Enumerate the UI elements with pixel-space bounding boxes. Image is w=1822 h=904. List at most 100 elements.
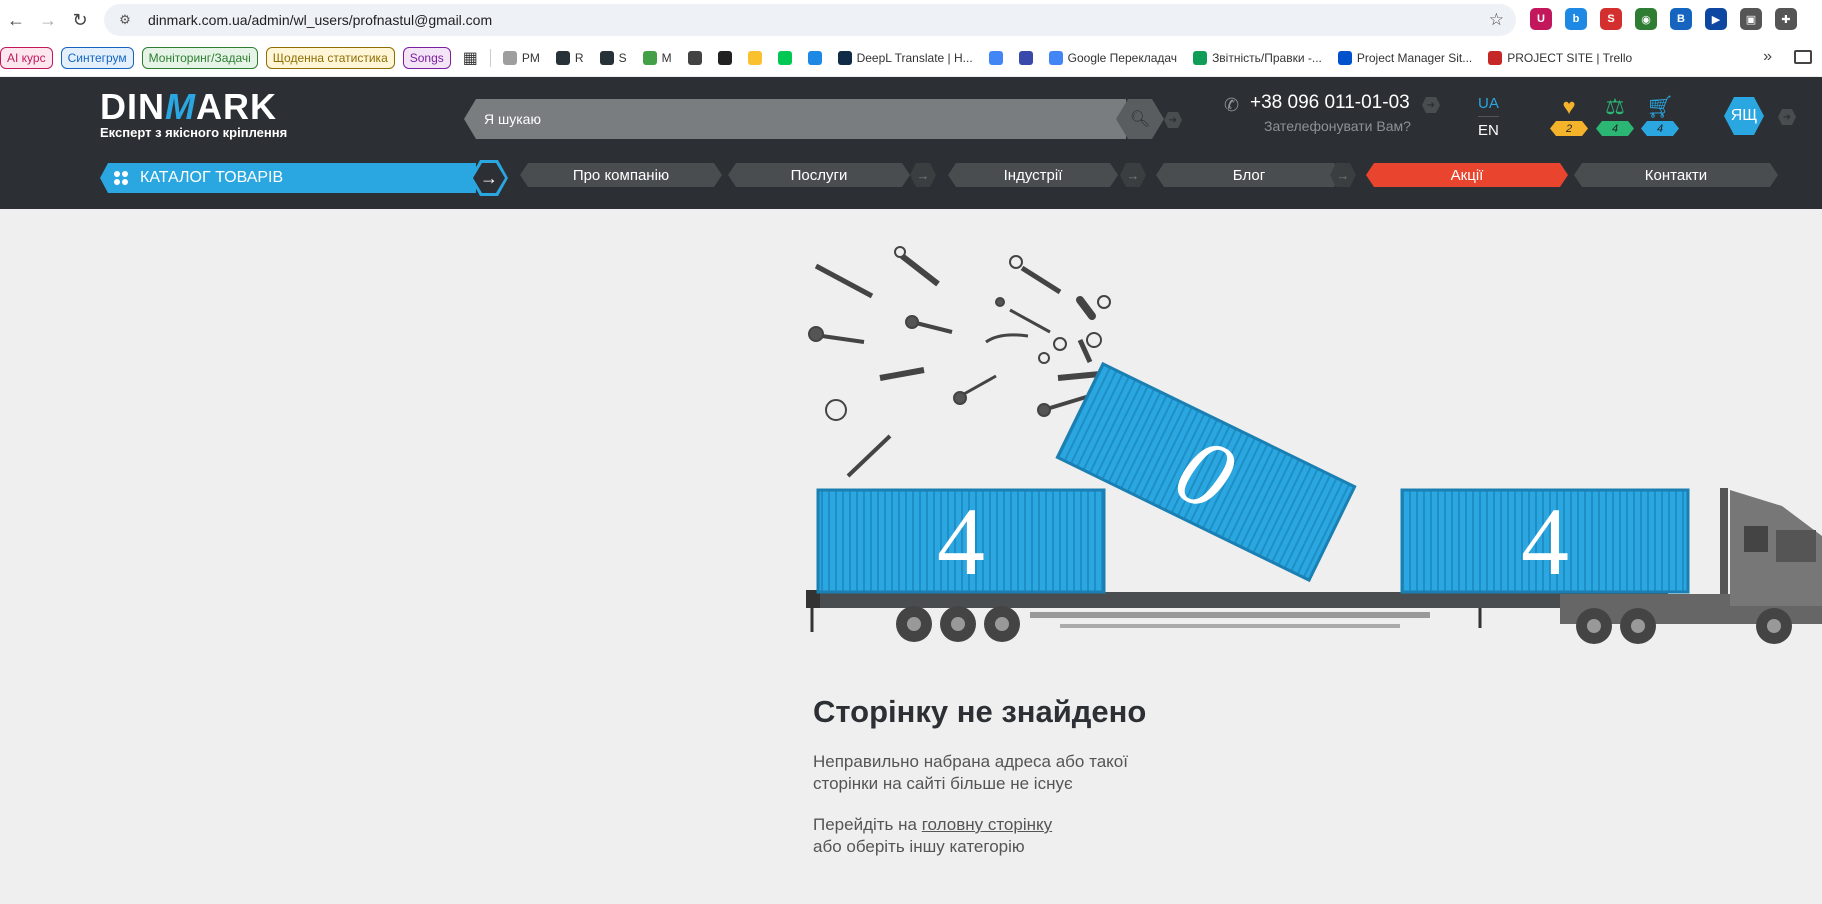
nav-industries-expand-icon[interactable]: → [1120,163,1146,187]
bookmark-chip[interactable]: Синтегрум [60,47,134,69]
bookmark-star-icon[interactable]: ☆ [1489,10,1504,30]
account-arrow-icon[interactable]: ➜ [1778,109,1796,125]
cart-icon: 🛒︎ [1646,94,1674,119]
bookmark-favicon-icon [837,51,852,65]
bookmark-favicon-icon [988,51,1003,65]
scales-icon: ⚖ [1605,94,1625,119]
logo[interactable]: DINMARK Експерт з якісного кріплення [100,89,288,141]
user-avatar[interactable]: ЯЩ [1724,97,1764,135]
bookmark-chip[interactable]: Моніторинг/Задачі [141,47,258,69]
bookmark-item[interactable]: PM [499,51,544,65]
bookmark-favicon-icon [599,51,614,65]
bookmark-item[interactable] [774,51,796,65]
bookmark-favicon-icon [1018,51,1033,65]
bookmark-label: Звітність/Правки -... [1212,51,1322,65]
nav-services[interactable]: Послуги [728,163,910,187]
shield-extension-icon[interactable]: U [1530,8,1552,30]
compare-counter[interactable]: ⚖ 4 [1596,95,1634,136]
back-arrow-icon[interactable]: ← [0,4,32,36]
bookmark-item[interactable] [985,51,1007,65]
site-header: DINMARK Експерт з якісного кріплення 🔍︎ … [0,77,1822,209]
puzzle-extension-icon[interactable]: ✚ [1775,8,1797,30]
arrow-right-icon: → [473,163,505,193]
bookmark-item[interactable] [714,51,736,65]
callback-link[interactable]: Зателефонувати Вам? [1264,118,1411,134]
bookmark-item[interactable]: R [552,51,588,65]
grid-icon [114,171,128,185]
bookmark-favicon-icon [747,51,762,65]
error-navigation-hint: Перейдіть на головну сторінку або оберіт… [813,814,1213,858]
bookmark-item[interactable]: PROJECT SITE | Trello [1484,51,1636,65]
bookmark-chip[interactable]: Щоденна статистика [265,47,395,69]
bookmark-item[interactable]: M [639,51,676,65]
bookmark-favicon-icon [1193,51,1208,65]
bookmark-label: S [618,51,627,65]
bookmark-chip[interactable]: Songs [402,47,451,69]
nav-contacts[interactable]: Контакти [1574,163,1778,187]
compare-badge: 4 [1596,121,1634,136]
s-extension-icon[interactable]: S [1600,8,1622,30]
nav-services-expand-icon[interactable]: → [910,163,936,187]
error-404-illustration: 4 0 4 [806,246,1822,644]
phone-arrow-icon[interactable]: ➜ [1422,97,1440,113]
search-arrow-icon[interactable]: ➜ [1164,112,1182,128]
forward-arrow-icon[interactable]: → [32,4,64,36]
nav-blog[interactable]: Блог [1156,163,1342,187]
bookmark-item[interactable]: Звітність/Правки -... [1189,51,1326,65]
goto-prefix: Перейдіть на [813,815,922,834]
home-page-link[interactable]: головну сторінку [922,815,1052,834]
language-switcher: UA EN [1478,95,1499,139]
nav-industries[interactable]: Індустрії [948,163,1118,187]
logo-tagline: Експерт з якісного кріплення [100,125,288,140]
logo-brand-m: M [165,86,196,127]
heart-icon: ♥ [1562,94,1576,119]
truck-trailer [806,590,1668,642]
bookmark-favicon-icon [1048,51,1063,65]
flag-extension-icon[interactable]: ▶ [1705,8,1727,30]
bookmark-label: R [574,51,584,65]
reload-icon[interactable]: ↻ [64,4,96,36]
color-extension-icon[interactable]: B [1670,8,1692,30]
url-text[interactable]: dinmark.com.ua/admin/wl_users/profnastul… [148,12,492,28]
bookmarks-folder-icon[interactable] [1794,50,1812,64]
bookmark-favicon-icon [807,51,822,65]
address-bar[interactable]: ⚙ dinmark.com.ua/admin/wl_users/profnast… [104,4,1516,36]
bookmark-item[interactable]: S [596,51,631,65]
site-info-icon[interactable]: ⚙ [116,11,134,29]
bookmark-favicon-icon [555,51,570,65]
phone-number[interactable]: +38 096 011-01-03 [1250,92,1411,114]
bookmark-favicon-icon [1337,51,1352,65]
bookmark-item[interactable]: DeepL Translate | Н... [834,51,977,65]
record-extension-icon[interactable]: ◉ [1635,8,1657,30]
bookmark-label: PM [521,51,540,65]
container-digit-1: 4 [816,488,1106,595]
bookmark-favicon-icon [502,51,517,65]
cart-badge: 4 [1641,121,1679,136]
bookmark-item[interactable] [684,51,706,65]
bookmarks-overflow-icon[interactable]: » [1763,48,1772,66]
cart-counter[interactable]: 🛒︎ 4 [1641,95,1679,136]
lang-ua[interactable]: UA [1478,95,1499,117]
search-input[interactable] [484,111,1084,127]
nav-about[interactable]: Про компанію [520,163,722,187]
catalog-button[interactable]: КАТАЛОГ ТОВАРІВ [100,163,476,193]
logo-brand: DINMARK [100,89,287,125]
bookmark-favicon-icon [687,51,702,65]
apps-grid-icon[interactable]: ▦ [459,48,482,68]
bookmark-item[interactable]: Google Перекладач [1045,51,1181,65]
bookmark-item[interactable] [744,51,766,65]
extensions-row: Ub S ◉ B ▶ ▣ ✚ [1530,8,1797,30]
bookmark-item[interactable] [804,51,826,65]
bookmark-chip[interactable]: AI курс [0,47,53,69]
bookmark-label: DeepL Translate | Н... [856,51,973,65]
image-extension-icon[interactable]: ▣ [1740,8,1762,30]
browser-toolbar: ← → ↻ ⚙ dinmark.com.ua/admin/wl_users/pr… [0,0,1822,40]
nav-promotions[interactable]: Акції [1366,163,1568,187]
search-field[interactable] [464,99,1126,139]
favorites-counter[interactable]: ♥ 2 [1550,95,1588,136]
b-extension-icon[interactable]: b [1565,8,1587,30]
lang-en[interactable]: EN [1478,122,1499,139]
bookmark-favicon-icon [642,51,657,65]
bookmark-item[interactable]: Project Manager Sit... [1334,51,1476,65]
bookmark-item[interactable] [1015,51,1037,65]
